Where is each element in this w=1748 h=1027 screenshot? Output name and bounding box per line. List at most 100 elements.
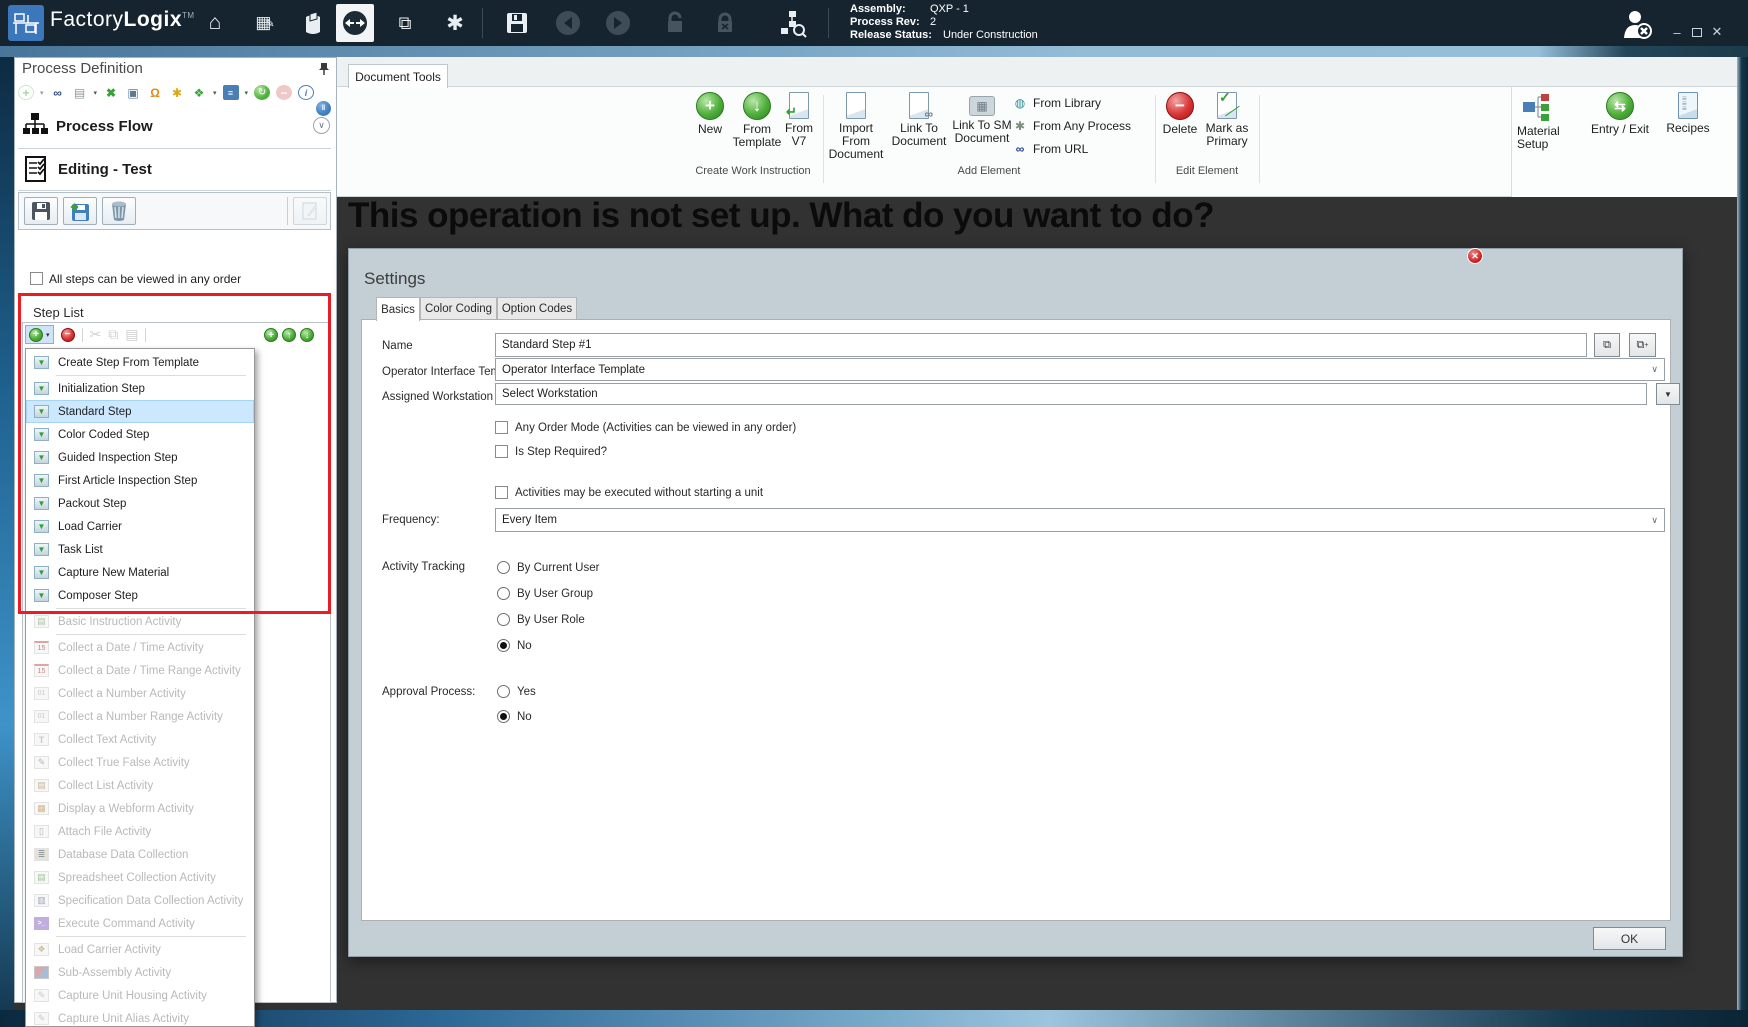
from-any-process-button[interactable]: ✱ From Any Process xyxy=(1013,119,1131,133)
delete-flow-button[interactable] xyxy=(102,197,136,225)
link-to-sm-document-button[interactable]: ▦ Link To SM Document xyxy=(951,92,1013,145)
save-icon[interactable] xyxy=(502,9,532,37)
menu-item[interactable]: ▼Task List xyxy=(26,538,254,561)
menu-item-disabled: ▤Spreadsheet Collection Activity xyxy=(26,866,254,889)
delete-element-button[interactable]: − Delete xyxy=(1157,92,1203,136)
link-to-document-button[interactable]: ∞ Link To Document xyxy=(889,92,949,148)
any-order-mode-label: Any Order Mode (Activities can be viewed… xyxy=(515,422,796,434)
menu-separator xyxy=(56,375,246,376)
menu-item[interactable]: ▼First Article Inspection Step xyxy=(26,469,254,492)
radio-by-user-group[interactable] xyxy=(497,587,510,600)
info-icon[interactable]: i xyxy=(298,85,314,100)
find-icon[interactable]: ∞ xyxy=(50,85,66,100)
ok-button[interactable]: OK xyxy=(1593,927,1666,950)
copy-name-alt-button[interactable]: ⧉+ xyxy=(1629,333,1656,357)
chevron-down-icon: ∨ xyxy=(1651,364,1658,375)
alert-bell-icon[interactable]: Ω xyxy=(147,85,163,100)
radio-tracking-no[interactable] xyxy=(497,639,510,652)
menu-item-selected[interactable]: ▼Standard Step xyxy=(26,400,254,423)
menu-item[interactable]: ▼Capture New Material xyxy=(26,561,254,584)
delete-icon: − xyxy=(1166,92,1194,120)
step-icon: ▼ xyxy=(34,356,49,369)
copy-name-button[interactable]: ⧉ xyxy=(1594,333,1620,357)
radio-approval-yes[interactable] xyxy=(497,685,510,698)
move-step-down-button[interactable]: ↓ xyxy=(300,328,314,342)
menu-item[interactable]: ▼Load Carrier xyxy=(26,515,254,538)
activities-without-unit-checkbox[interactable] xyxy=(495,486,508,499)
tab-color-coding[interactable]: Color Coding xyxy=(420,297,497,320)
assigned-workstation-select[interactable]: Select Workstation xyxy=(495,383,1647,405)
calendar-icon: 15 xyxy=(34,664,49,677)
menu-item[interactable]: ▼Composer Step xyxy=(26,584,254,607)
export-icon[interactable]: ❖ xyxy=(191,85,207,100)
process-flow-label[interactable]: Process Flow xyxy=(56,118,153,135)
menu-item-disabled: 15Collect a Date / Time Range Activity xyxy=(26,659,254,682)
validate-icon[interactable]: ✖ xyxy=(103,85,119,100)
radio-by-user-role[interactable] xyxy=(497,613,510,626)
process-definition-active-icon[interactable] xyxy=(336,4,374,42)
menu-item[interactable]: ▼Color Coded Step xyxy=(26,423,254,446)
user-logout-icon[interactable] xyxy=(1620,8,1654,40)
radio-approval-no[interactable] xyxy=(497,710,510,723)
dialog-close-button[interactable]: ✕ xyxy=(1467,248,1483,264)
dropdown-arrow-icon[interactable]: ▾ xyxy=(213,89,217,97)
is-step-required-checkbox[interactable] xyxy=(495,445,508,458)
add-step-button[interactable]: + ▾ xyxy=(25,325,54,344)
name-input[interactable] xyxy=(495,333,1587,357)
recipes-button[interactable]: ≡≡≡ Recipes xyxy=(1660,92,1716,135)
zoom-step-button[interactable]: + xyxy=(264,328,278,342)
move-step-up-button[interactable]: ↑ xyxy=(282,328,296,342)
radio-by-user-role-label: By User Role xyxy=(517,614,585,626)
menu-item[interactable]: ▼Packout Step xyxy=(26,492,254,515)
tab-document-tools[interactable]: Document Tools xyxy=(348,64,448,88)
pause-icon[interactable]: ‖ xyxy=(316,101,331,116)
settings-gear-icon[interactable]: ✱ xyxy=(440,9,470,37)
gear-icon[interactable]: ✱ xyxy=(169,85,185,100)
mark-as-primary-button[interactable]: ✓／ Mark as Primary xyxy=(1199,92,1255,148)
database-icon[interactable]: ≡ xyxy=(223,85,239,100)
tab-option-codes[interactable]: Option Codes xyxy=(497,297,577,320)
text-icon: T xyxy=(34,733,49,746)
import-flow-button[interactable] xyxy=(63,197,97,225)
add-step-dropdown-arrow[interactable]: ▾ xyxy=(46,331,50,339)
materials-bin-icon[interactable] xyxy=(298,9,328,37)
home-icon[interactable]: ⌂ xyxy=(200,9,230,37)
operator-interface-template-select[interactable]: Operator Interface Template ∨ xyxy=(495,358,1665,381)
board-icon[interactable]: ▣ xyxy=(125,85,141,100)
pin-icon[interactable] xyxy=(318,62,330,76)
menu-item[interactable]: ▼Initialization Step xyxy=(26,377,254,400)
expand-process-flow-icon[interactable]: ∨ xyxy=(313,117,330,134)
dropdown-arrow-icon[interactable]: ▾ xyxy=(245,89,249,97)
save-flow-button[interactable] xyxy=(24,197,58,225)
from-url-button[interactable]: ∞ From URL xyxy=(1013,142,1088,156)
process-audit-icon[interactable] xyxy=(778,9,808,37)
any-order-mode-checkbox[interactable] xyxy=(495,421,508,434)
tab-basics[interactable]: Basics xyxy=(376,297,420,321)
database-icon: ≣ xyxy=(34,848,49,861)
import-from-document-button[interactable]: Import From Document xyxy=(825,92,887,161)
from-v7-button[interactable]: ↵ From V7 xyxy=(779,92,819,148)
remove-step-button[interactable]: − xyxy=(61,328,75,342)
menu-item[interactable]: ▼Create Step From Template xyxy=(26,351,254,374)
refresh-icon[interactable]: ↻ xyxy=(254,85,270,100)
frequency-select[interactable]: Every Item ∨ xyxy=(495,508,1665,532)
material-setup-button[interactable]: Material Setup xyxy=(1517,92,1579,151)
maximize-button[interactable] xyxy=(1688,24,1706,40)
close-button[interactable]: ✕ xyxy=(1708,24,1726,40)
from-template-button[interactable]: ↓ From Template xyxy=(729,92,785,149)
radio-by-current-user[interactable] xyxy=(497,561,510,574)
dropdown-arrow-icon[interactable]: ▾ xyxy=(94,89,98,97)
pencil-icon: ✎ xyxy=(34,1012,49,1025)
any-order-checkbox[interactable] xyxy=(30,272,43,285)
documents-icon[interactable]: ⧉ xyxy=(390,9,420,37)
chain-link-icon: ∞ xyxy=(1013,142,1027,156)
edit-grid-icon[interactable]: ▦✎ xyxy=(250,9,280,37)
settings-dialog: Settings ✕ Basics Color Coding Option Co… xyxy=(348,248,1683,957)
new-document-button[interactable]: + New xyxy=(687,92,733,136)
minimize-button[interactable]: – xyxy=(1668,24,1686,40)
entry-exit-button[interactable]: ⇆ Entry / Exit xyxy=(1584,92,1656,136)
from-library-button[interactable]: ◍ From Library xyxy=(1013,96,1101,110)
menu-item[interactable]: ▼Guided Inspection Step xyxy=(26,446,254,469)
print-icon[interactable]: ▤ xyxy=(72,85,88,100)
assigned-workstation-dropdown-button[interactable]: ▼ xyxy=(1656,383,1680,405)
